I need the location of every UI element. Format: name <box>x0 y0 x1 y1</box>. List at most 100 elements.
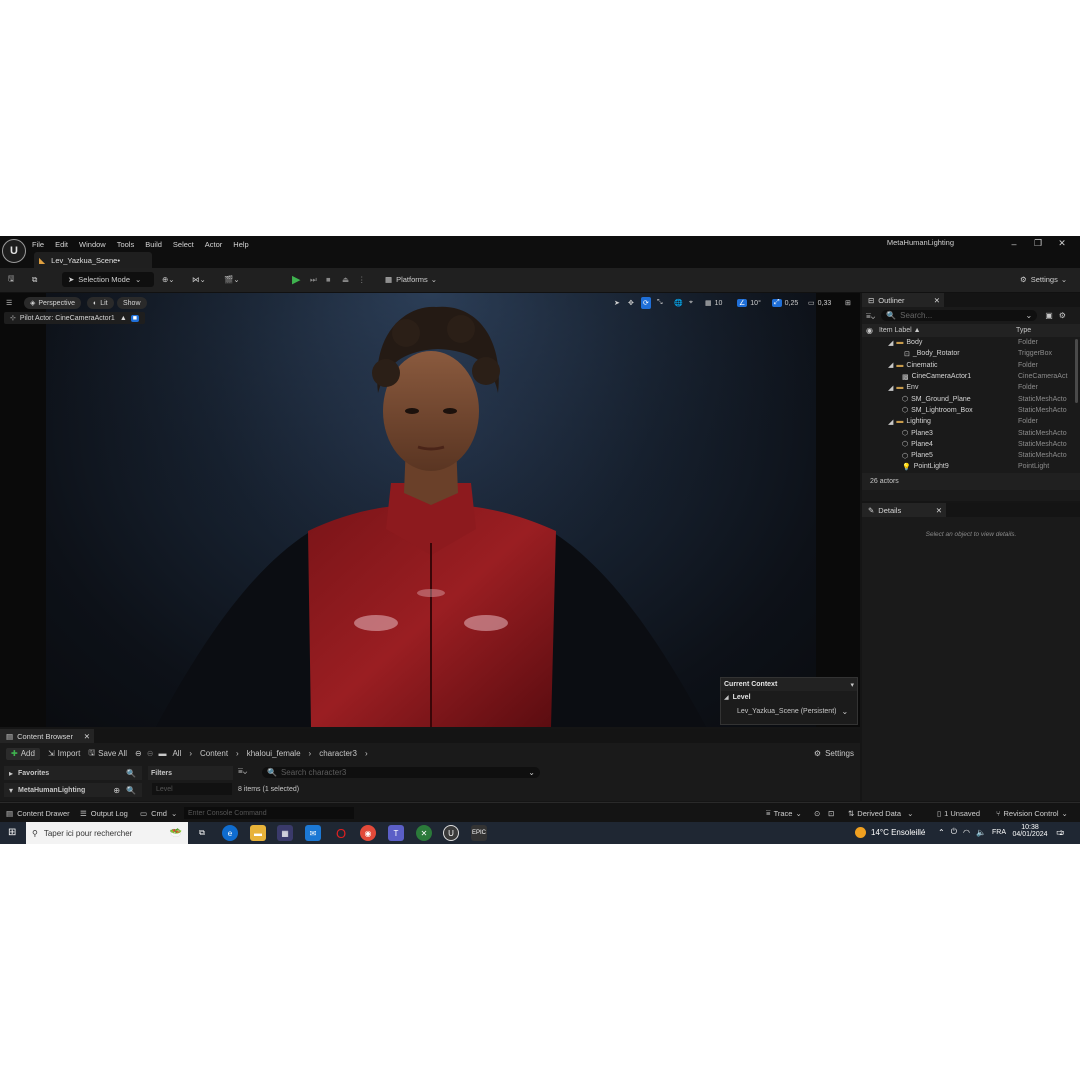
list-item[interactable]: 💡 PointLight9 PointLight <box>862 461 1080 472</box>
list-item[interactable]: ⊡ _Body_Rotator TriggerBox <box>862 348 1080 359</box>
clock[interactable]: 10:38 04/01/2024 <box>1012 824 1048 838</box>
perspective-button[interactable]: ◈ Perspective <box>24 297 81 309</box>
list-item[interactable]: ◢ ▬ Cinematic Folder <box>862 360 1080 371</box>
epic-games-icon[interactable]: EPIC <box>471 825 487 841</box>
task-view-icon[interactable]: ⧉ <box>194 825 210 841</box>
close-icon[interactable]: ✕ <box>84 732 90 741</box>
list-item[interactable]: ◢ ▬ Body Folder <box>862 337 1080 348</box>
viewport-layout-icon[interactable]: ⊞ <box>845 297 851 309</box>
visibility-icon[interactable]: ◉ <box>866 326 873 335</box>
menu-help[interactable]: Help <box>233 240 248 249</box>
unreal-logo-icon[interactable]: U <box>2 239 26 263</box>
eject-icon[interactable]: ⏏ <box>342 272 349 287</box>
surface-snap-icon[interactable]: ⌖ <box>689 297 693 309</box>
minimize-icon[interactable]: – <box>1002 239 1026 249</box>
collapse-arrow-icon[interactable]: ◢ <box>888 418 893 426</box>
search-icon[interactable]: 🔍 <box>126 786 136 795</box>
menu-actor[interactable]: Actor <box>205 240 223 249</box>
level-dropdown[interactable]: Lev_Yazkua_Scene (Persistent) ⌄ <box>721 704 857 718</box>
outliner-tab[interactable]: ⊟ Outliner ✕ <box>862 293 944 307</box>
output-log-button[interactable]: ☰ Output Log <box>80 807 128 819</box>
level-tab[interactable]: ◣ Lev_Yazkua_Scene• <box>34 252 152 268</box>
type-column[interactable]: Type <box>1016 327 1031 334</box>
world-space-icon[interactable]: 🌐 <box>674 297 683 309</box>
blueprint-icon[interactable]: ⋈⌄ <box>192 272 206 287</box>
list-item[interactable]: ◢ ▬ Env Folder <box>862 382 1080 393</box>
item-label-column[interactable]: Item Label ▲ <box>879 327 921 334</box>
taskbar-search-input[interactable]: ⚲ Taper ici pour rechercher 🥗 <box>26 822 188 844</box>
menu-window[interactable]: Window <box>79 240 106 249</box>
rotation-snap-button[interactable]: ∠ 10° <box>737 297 761 309</box>
list-item[interactable]: ⬡ Plane4 StaticMeshActo <box>862 439 1080 450</box>
list-item[interactable]: ⬡ Plane5 StaticMeshActo <box>862 450 1080 461</box>
network-icon[interactable]: ⏻ <box>951 827 957 837</box>
expand-arrow-icon[interactable]: ◢ <box>724 694 729 701</box>
record-icon[interactable]: ⊙ <box>814 807 820 819</box>
file-explorer-icon[interactable]: ▬ <box>250 825 266 841</box>
close-icon[interactable]: ✕ <box>934 296 940 305</box>
collapse-arrow-icon[interactable]: ◢ <box>888 384 893 392</box>
mail-icon[interactable]: ✉ <box>305 825 321 841</box>
settings-button[interactable]: ⚙ Settings ⌄ <box>1020 272 1067 287</box>
menu-file[interactable]: File <box>32 240 44 249</box>
new-folder-icon[interactable]: ▣ <box>1045 311 1053 320</box>
chevron-down-icon[interactable]: ▾ <box>850 681 854 689</box>
save-icon[interactable]: 🖫 <box>8 272 14 287</box>
menu-edit[interactable]: Edit <box>55 240 68 249</box>
stop-icon[interactable]: ■ <box>326 272 331 287</box>
cmd-dropdown[interactable]: ▭ Cmd ⌄ <box>140 807 177 819</box>
derived-data-button[interactable]: ⇅ Derived Data ⌄ <box>848 807 913 819</box>
forward-icon[interactable]: ⊖ <box>147 749 154 758</box>
collapse-arrow-icon[interactable]: ◢ <box>888 339 893 347</box>
outliner-search-input[interactable]: 🔍 Search... ⌄ <box>881 310 1038 321</box>
viewport-scene[interactable] <box>46 293 816 727</box>
level-viewport[interactable]: ☰ ◈ Perspective ◐ Lit Show ⊹ Pilot Actor… <box>0 293 860 727</box>
breadcrumb-current[interactable]: character3 <box>319 749 357 758</box>
selection-mode-button[interactable]: ➤ Selection Mode ⌄ <box>62 272 154 287</box>
language-indicator[interactable]: FRA <box>992 829 1006 836</box>
select-tool-icon[interactable]: ➤ <box>614 297 620 309</box>
unreal-engine-taskbar-icon[interactable]: U <box>443 825 459 841</box>
list-item[interactable]: ◢ ▬ Lighting Folder <box>862 416 1080 427</box>
rotate-tool-icon[interactable]: ⟳ <box>641 297 651 309</box>
restore-icon[interactable]: ❐ <box>1026 238 1050 249</box>
menu-select[interactable]: Select <box>173 240 194 249</box>
cinematics-icon[interactable]: 🎬⌄ <box>224 272 240 287</box>
add-content-icon[interactable]: ⊕⌄ <box>162 272 175 287</box>
save-all-button[interactable]: 🖫 Save All <box>88 747 127 761</box>
translate-tool-icon[interactable]: ✥ <box>628 297 634 309</box>
asset-search-input[interactable]: 🔍 Search character3 ⌄ <box>262 767 540 778</box>
breadcrumb-content[interactable]: Content <box>200 749 228 758</box>
details-tab[interactable]: ✎ Details ✕ <box>862 503 946 517</box>
outliner-scrollbar[interactable] <box>1075 339 1078 403</box>
teams-icon[interactable]: T <box>388 825 404 841</box>
list-item[interactable]: ▩ CineCameraActor1 CineCameraAct <box>862 371 1080 382</box>
play-icon[interactable]: ▶ <box>292 272 300 287</box>
stop-trace-icon[interactable]: ⊡ <box>828 807 834 819</box>
pilot-actor-bar[interactable]: ⊹ Pilot Actor: CineCameraActor1 ▲ ■ <box>4 312 145 324</box>
volume-icon[interactable]: 🔈 <box>976 828 986 837</box>
weather-widget[interactable]: 14°C Ensoleillé <box>855 827 925 838</box>
trace-button[interactable]: ⩸ Trace ⌄ <box>766 807 802 819</box>
store-icon[interactable]: ▦ <box>277 825 293 841</box>
content-drawer-button[interactable]: ▤ Content Drawer <box>6 807 70 819</box>
add-icon[interactable]: ⊕ <box>113 786 120 795</box>
opera-icon[interactable]: O <box>333 825 349 841</box>
breadcrumb-folder[interactable]: khaloui_female <box>247 749 301 758</box>
platforms-button[interactable]: ▦ Platforms ⌄ <box>385 272 437 287</box>
asset-filter-button[interactable]: ⩸⌄ <box>238 766 247 776</box>
filter-input[interactable]: Level <box>152 783 232 795</box>
revision-control-button[interactable]: ⑂ Revision Control ⌄ <box>996 807 1068 819</box>
content-browser-tab[interactable]: ▤ Content Browser ✕ <box>0 729 94 743</box>
menu-build[interactable]: Build <box>145 240 162 249</box>
close-icon[interactable]: ✕ <box>1050 238 1074 249</box>
filter-icon[interactable]: ⩸⌄ <box>866 311 875 321</box>
breadcrumb-all[interactable]: All <box>172 749 181 758</box>
collapse-arrow-icon[interactable]: ◢ <box>888 361 893 369</box>
close-icon[interactable]: ✕ <box>936 506 942 515</box>
windows-start-icon[interactable]: ⊞ <box>8 827 16 838</box>
notification-icon[interactable]: ▭2 <box>1056 827 1065 838</box>
chevron-up-icon[interactable]: ⌃ <box>938 828 945 837</box>
cb-settings-button[interactable]: ⚙ Settings <box>814 749 854 758</box>
edge-icon[interactable]: e <box>222 825 238 841</box>
